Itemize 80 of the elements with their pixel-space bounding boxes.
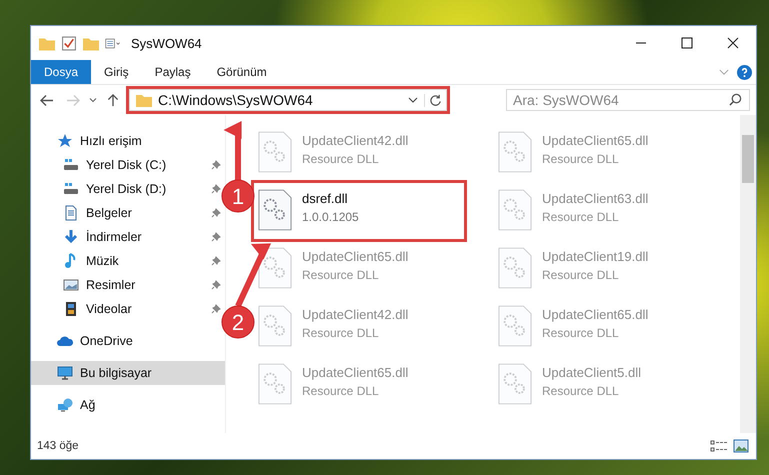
search-field[interactable]: Ara: SysWOW64 <box>506 89 750 111</box>
file-detail: Resource DLL <box>542 384 620 398</box>
pin-icon[interactable] <box>211 256 221 266</box>
sidebar-label: Yerel Disk (D:) <box>86 182 166 196</box>
gear-file-icon <box>498 131 532 173</box>
file-item[interactable]: dsref.dll 1.0.0.1205 <box>254 183 464 239</box>
file-detail: Resource DLL <box>302 384 380 398</box>
gear-file-icon <box>498 189 532 231</box>
star-icon <box>57 133 73 149</box>
gear-file-icon <box>258 131 292 173</box>
dropdown-caret-icon[interactable] <box>408 97 418 103</box>
file-name: UpdateClient5.dll <box>542 365 642 380</box>
file-name: UpdateClient65.dll <box>542 133 648 148</box>
network-icon <box>57 397 73 413</box>
address-bar[interactable]: C:\Windows\SysWOW64 <box>129 89 447 111</box>
file-detail: Resource DLL <box>542 210 620 224</box>
sidebar-label: Yerel Disk (C:) <box>86 158 166 172</box>
folder-icon <box>136 93 152 107</box>
address-path: C:\Windows\SysWOW64 <box>158 92 314 108</box>
pin-icon[interactable] <box>211 304 221 314</box>
sidebar-item[interactable]: Bu bilgisayar <box>31 361 225 385</box>
sidebar-label: Hızlı erişim <box>80 134 142 148</box>
scrollbar[interactable] <box>740 115 756 433</box>
window-title: SysWOW64 <box>131 36 202 50</box>
scrollbar-thumb[interactable] <box>742 135 754 183</box>
sidebar-label: Müzik <box>86 254 119 268</box>
file-detail: Resource DLL <box>302 268 380 282</box>
file-name: UpdateClient42.dll <box>302 133 408 148</box>
gear-file-icon <box>258 247 292 289</box>
gear-file-icon <box>498 363 532 405</box>
sidebar-label: OneDrive <box>80 334 133 348</box>
file-name: UpdateClient65.dll <box>302 249 408 264</box>
sidebar-label: Belgeler <box>86 206 132 220</box>
pin-icon[interactable] <box>211 208 221 218</box>
document-icon <box>63 205 79 221</box>
large-icons-view-icon[interactable] <box>732 439 750 453</box>
ribbon-tab[interactable]: Dosya <box>31 60 92 84</box>
file-detail: Resource DLL <box>542 268 620 282</box>
file-name: UpdateClient19.dll <box>542 249 648 264</box>
sidebar-label: Bu bilgisayar <box>80 366 152 380</box>
properties-icon[interactable] <box>61 36 77 50</box>
item-count: 143 öğe <box>37 440 79 452</box>
download-icon <box>63 229 79 245</box>
help-icon[interactable] <box>737 64 752 80</box>
file-detail: Resource DLL <box>542 326 620 340</box>
file-name: dsref.dll <box>302 191 349 206</box>
computer-icon <box>57 365 73 381</box>
gear-file-icon <box>258 305 292 347</box>
file-detail: 1.0.0.1205 <box>302 210 359 224</box>
gear-file-icon <box>258 189 292 231</box>
caret-icon[interactable] <box>89 97 97 103</box>
picture-icon <box>63 277 79 293</box>
sidebar-item[interactable]: Ağ <box>31 393 225 417</box>
pin-icon[interactable] <box>211 184 221 194</box>
gear-file-icon <box>498 305 532 347</box>
sidebar-label: İndirmeler <box>86 230 142 244</box>
file-name: UpdateClient42.dll <box>302 307 408 322</box>
file-name: UpdateClient65.dll <box>542 307 648 322</box>
sidebar-label: Ağ <box>80 398 96 412</box>
drive-icon <box>63 181 79 197</box>
sidebar-label: Resimler <box>86 278 136 292</box>
pin-icon[interactable] <box>211 232 221 242</box>
sidebar-label: Videolar <box>86 302 132 316</box>
file-detail: Resource DLL <box>302 152 380 166</box>
gear-file-icon <box>258 363 292 405</box>
search-icon <box>729 93 742 106</box>
pin-icon[interactable] <box>211 160 221 170</box>
gear-file-icon <box>498 247 532 289</box>
ribbon-tab[interactable]: Paylaş <box>142 60 204 84</box>
file-name: UpdateClient63.dll <box>542 191 648 206</box>
drive-icon <box>63 157 79 173</box>
ribbon-tab[interactable]: Görünüm <box>204 60 280 84</box>
ribbon-tab[interactable]: Giriş <box>91 60 142 84</box>
file-detail: Resource DLL <box>542 152 620 166</box>
file-name: UpdateClient65.dll <box>302 365 408 380</box>
video-icon <box>63 301 79 317</box>
file-detail: Resource DLL <box>302 326 380 340</box>
chevron-down-icon[interactable] <box>719 68 729 76</box>
pin-icon[interactable] <box>211 280 221 290</box>
details-view-icon[interactable] <box>710 439 728 453</box>
